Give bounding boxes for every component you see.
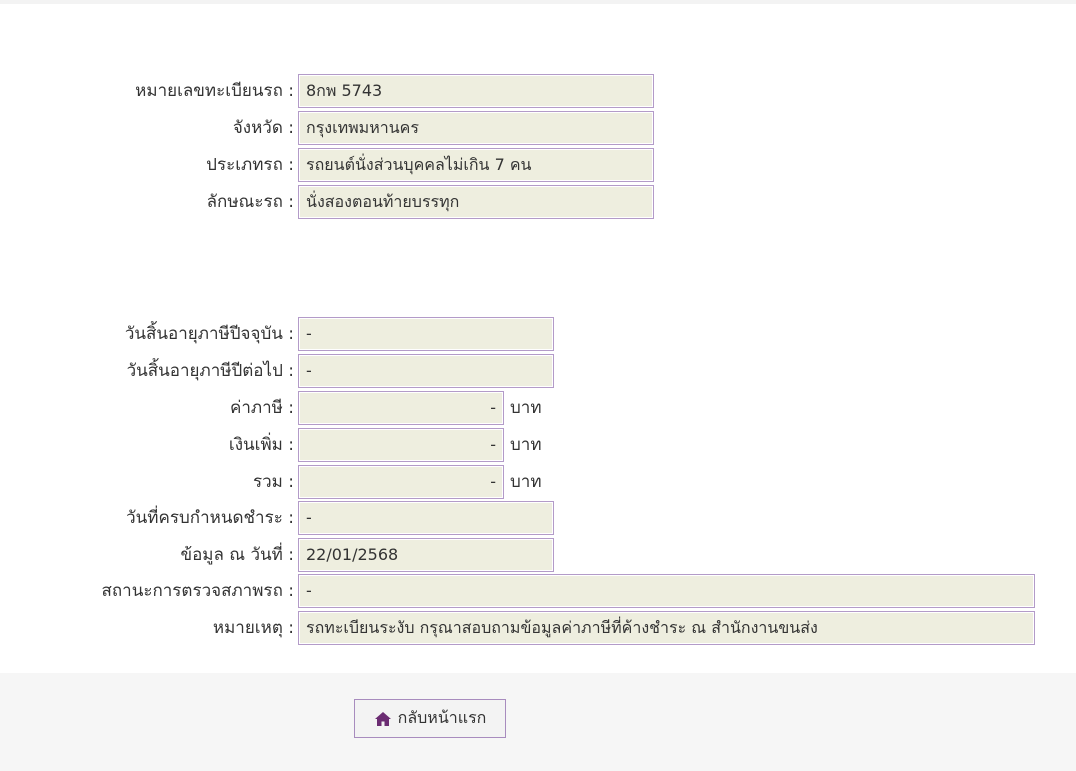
vehicle-type-label: ประเภทรถ : [206,155,294,175]
top-strip [0,0,1076,4]
province-label: จังหวัด : [232,118,294,138]
current-expiry-field: - [298,317,554,351]
tax-amount-unit: บาท [510,398,542,418]
total-unit: บาท [510,472,542,492]
next-expiry-label: วันสิ้นอายุภาษีปีต่อไป : [126,361,294,381]
home-button[interactable]: กลับหน้าแรก [354,699,506,738]
plate-label: หมายเลขทะเบียนรถ : [135,81,294,101]
remark-label: หมายเหตุ : [212,618,294,638]
remark-field: รถทะเบียนระงับ กรุณาสอบถามข้อมูลค่าภาษีท… [298,611,1035,645]
due-date-label: วันที่ครบกำหนดชำระ : [126,508,294,528]
surcharge-unit: บาท [510,435,542,455]
tax-amount-field: - [298,391,504,425]
province-field: กรุงเทพมหานคร [298,111,654,145]
home-icon [374,711,392,727]
data-as-of-label: ข้อมูล ณ วันที่ : [180,545,294,565]
data-as-of-field: 22/01/2568 [298,538,554,572]
total-field: - [298,465,504,499]
tax-amount-label: ค่าภาษี : [229,398,294,418]
vehicle-body-label: ลักษณะรถ : [206,192,294,212]
home-button-label: กลับหน้าแรก [397,708,487,727]
vehicle-body-field: นั่งสองตอนท้ายบรรทุก [298,185,654,219]
surcharge-label: เงินเพิ่ม : [228,435,294,455]
inspection-status-label: สถานะการตรวจสภาพรถ : [101,581,294,601]
inspection-status-field: - [298,574,1035,608]
due-date-field: - [298,501,554,535]
footer [0,673,1076,771]
plate-field: 8กพ 5743 [298,74,654,108]
surcharge-field: - [298,428,504,462]
total-label: รวม : [252,472,294,492]
current-expiry-label: วันสิ้นอายุภาษีปีจจุบัน : [124,324,294,344]
vehicle-type-field: รถยนต์นั่งส่วนบุคคลไม่เกิน 7 คน [298,148,654,182]
next-expiry-field: - [298,354,554,388]
